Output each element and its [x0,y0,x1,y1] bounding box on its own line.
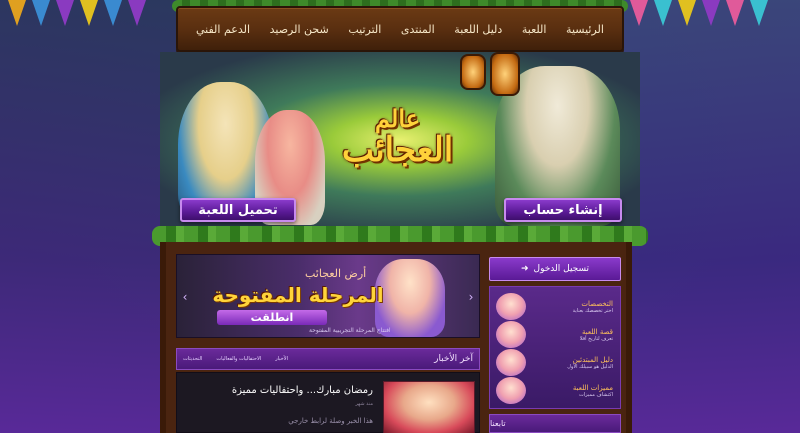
sidebar-panel: التخصصات اختر تخصصك بعناية قصة اللعبة تع… [489,286,621,409]
bunting-right [630,0,774,26]
slider-subtitle: أرض العجائب [305,267,367,280]
tab-news[interactable]: الأخبار [275,356,288,362]
sidebar-item-subtitle: تعرف لتاريخ أقلا [579,335,613,342]
tab-updates[interactable]: التحديثات [183,356,202,362]
sidebar-item-title: قصة اللعبة [581,327,613,336]
news-section-title: آخر الأخبار [434,354,473,364]
sidebar-item-title: مميزات اللعبة [572,383,613,392]
avatar [496,349,526,376]
sidebar-item-classes[interactable]: التخصصات اختر تخصصك بعناية [496,293,616,320]
lantern-icon [490,52,520,96]
logo-line-2: العجائب [341,130,454,171]
slider-prev-arrow-icon[interactable]: ‹ [180,290,190,304]
nav-home[interactable]: الرئيسية [566,23,604,36]
game-logo: عالم العجائب [320,104,475,171]
slider-caption: افتتاح المرحلة التجريبية المفتوحة [309,327,391,334]
main-nav: الرئيسية اللعبة دليل اللعبة المنتدى التر… [176,6,624,52]
sidebar-item-features[interactable]: مميزات اللعبة اكتشاف مميزات [496,377,616,404]
nav-support[interactable]: الدعم الفني [196,23,250,36]
login-button[interactable]: تسجيل الدخول ➜ [489,257,621,281]
avatar [496,321,526,348]
follow-us-header: تابعنا [489,414,621,433]
login-label: تسجيل الدخول [533,264,590,274]
sidebar-item-title: دليل المبتدئين [572,355,613,364]
news-thumbnail-image[interactable] [383,381,475,433]
sidebar-item-story[interactable]: قصة اللعبة تعرف لتاريخ أقلا [496,321,616,348]
nav-recharge[interactable]: شحن الرصيد [270,23,329,36]
news-description: هذا الخبر وصلة لرابط خارجي [288,417,373,425]
download-game-button[interactable]: تحميل اللعبة [180,198,296,222]
background-left [0,0,180,433]
sidebar-item-subtitle: الدليل هو سبيلك الأول [567,363,613,370]
news-date: منذ شهر [355,401,373,407]
lantern-icon [460,54,486,90]
slider-title: المرحلة المفتوحة [212,283,384,307]
slider-tag: انطلقت [217,310,327,325]
bunting-left [8,0,152,26]
news-header-bar: الأخبار الاحتفاليات والفعاليات التحديثات… [176,348,480,370]
sidebar-item-subtitle: اختر تخصصك بعناية [572,307,613,314]
news-tabs: الأخبار الاحتفاليات والفعاليات التحديثات [183,356,288,362]
tab-events[interactable]: الاحتفاليات والفعاليات [216,356,261,362]
login-icon: ➜ [521,264,529,274]
sidebar-item-subtitle: اكتشاف مميزات [579,391,613,398]
nav-game-guide[interactable]: دليل اللعبة [454,23,502,36]
news-headline[interactable]: رمضان مبارك... واحتفاليات مميزة [183,385,373,396]
sidebar-item-beginner-guide[interactable]: دليل المبتدئين الدليل هو سبيلك الأول [496,349,616,376]
sidebar-item-title: التخصصات [581,299,613,308]
background-right [620,0,800,433]
create-account-button[interactable]: إنشاء حساب [504,198,622,222]
promo-slider[interactable]: أرض العجائب المرحلة المفتوحة انطلقت افتت… [176,254,480,338]
slider-next-arrow-icon[interactable]: › [466,290,476,304]
nav-forum[interactable]: المنتدى [401,23,435,36]
news-list-item[interactable]: رمضان مبارك... واحتفاليات مميزة منذ شهر … [176,372,480,433]
nav-ranking[interactable]: الترتيب [348,23,381,36]
logo-line-1: عالم [375,104,420,133]
avatar [496,377,526,404]
avatar [496,293,526,320]
nav-game[interactable]: اللعبة [522,23,547,36]
